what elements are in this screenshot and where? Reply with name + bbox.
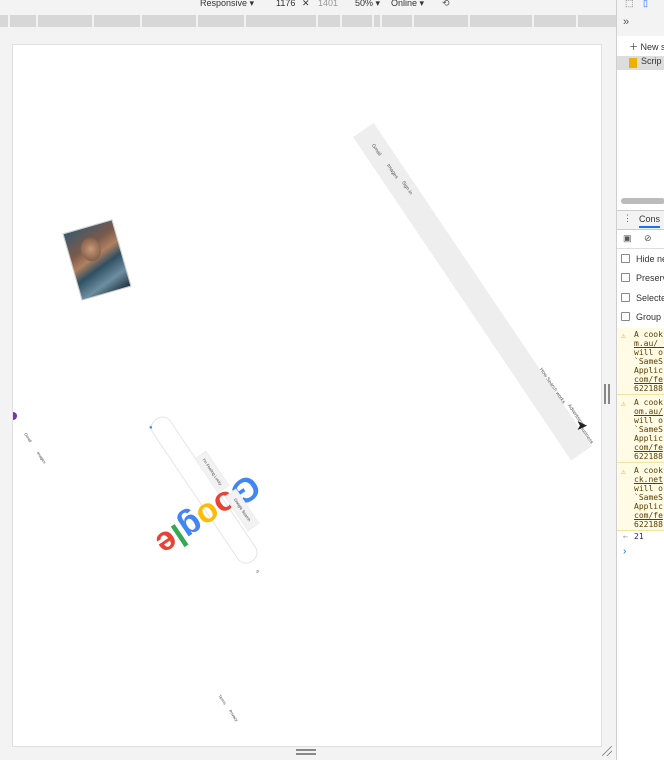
- zoom-select[interactable]: 50% ▾: [355, 0, 380, 9]
- console-warning: ⚠ A cook m.au/ ` will o `SameS Applic co…: [617, 328, 664, 395]
- device-mode-select[interactable]: Responsive ▾: [200, 0, 254, 9]
- checkbox[interactable]: [621, 293, 630, 302]
- drawer-tabbar: ⋮ Cons: [617, 210, 664, 230]
- top-bar-stripe: [353, 123, 592, 461]
- option-hide-network[interactable]: Hide ne: [621, 254, 664, 264]
- throttle-select[interactable]: Online ▾: [391, 0, 424, 9]
- resize-handle-bottom[interactable]: [296, 749, 316, 755]
- console-warning: ⚠ A cook ck.net will o `SameS Applic com…: [617, 464, 664, 531]
- search-icon[interactable]: ⌕: [256, 569, 259, 576]
- viewport-width-input[interactable]: 1176: [276, 0, 295, 8]
- console-warning: ⚠ A cook om.au/ will o `SameS Applic com…: [617, 396, 664, 463]
- resize-handle-right[interactable]: [604, 384, 610, 404]
- option-selected-context[interactable]: Selecte: [621, 293, 664, 303]
- clear-console-icon[interactable]: ⊘: [644, 233, 652, 244]
- sidebar-toggle-icon[interactable]: ▣: [623, 233, 632, 244]
- checkbox[interactable]: [621, 273, 630, 282]
- warning-icon: ⚠: [621, 331, 626, 340]
- tab-console[interactable]: Cons: [639, 214, 661, 228]
- device-toolbar: Responsive ▾ 1176 ✕ 1401 50% ▾ Online ▾ …: [0, 0, 616, 12]
- viewport-height-input[interactable]: 1401: [318, 0, 338, 8]
- horizontal-scrollbar[interactable]: [621, 198, 664, 204]
- inspect-icon[interactable]: ⬚: [625, 0, 634, 9]
- media-query-bar[interactable]: [0, 15, 616, 27]
- drawer-menu-icon[interactable]: ⋮: [623, 213, 632, 224]
- new-snippet-button[interactable]: ＋ New s: [629, 40, 664, 53]
- warning-icon: ⚠: [621, 467, 626, 476]
- cursor-icon: ➤: [576, 417, 588, 433]
- left-images-link[interactable]: Images: [36, 451, 47, 465]
- device-toggle-icon[interactable]: ▯: [643, 0, 648, 9]
- option-preserve-log[interactable]: Preserv: [621, 273, 664, 283]
- warning-icon: ⚠: [621, 399, 626, 408]
- devtools-header: ⬚ ▯ »: [617, 0, 664, 37]
- avatar[interactable]: [13, 412, 17, 420]
- privacy-link[interactable]: Privacy: [228, 709, 239, 723]
- console-toolbar: ▣ ⊘: [617, 230, 664, 249]
- file-icon: [629, 58, 637, 68]
- snippet-item[interactable]: Scrip: [617, 56, 664, 70]
- option-group-similar[interactable]: Group s: [621, 312, 664, 322]
- checkbox[interactable]: [621, 254, 630, 263]
- dimension-separator: ✕: [302, 0, 310, 8]
- sources-navigator: ＋ New s Scrip: [617, 36, 664, 202]
- devtools-panel: ⬚ ▯ » ＋ New s Scrip ⋮ Cons ▣ ⊘ Hide ne P…: [616, 0, 664, 760]
- device-viewport[interactable]: Gmail Images Sign in How Search works Ad…: [12, 44, 602, 747]
- more-tabs-icon[interactable]: »: [623, 16, 629, 28]
- checkbox[interactable]: [621, 312, 630, 321]
- doodle-image[interactable]: [62, 219, 132, 301]
- rotate-icon[interactable]: ⟲: [442, 0, 450, 9]
- left-gmail-link[interactable]: Gmail: [23, 432, 33, 443]
- terms-link[interactable]: Terms: [217, 694, 227, 706]
- resize-handle-corner[interactable]: [602, 746, 612, 756]
- mic-icon[interactable]: ●: [149, 425, 153, 431]
- console-prompt[interactable]: ›: [623, 546, 626, 557]
